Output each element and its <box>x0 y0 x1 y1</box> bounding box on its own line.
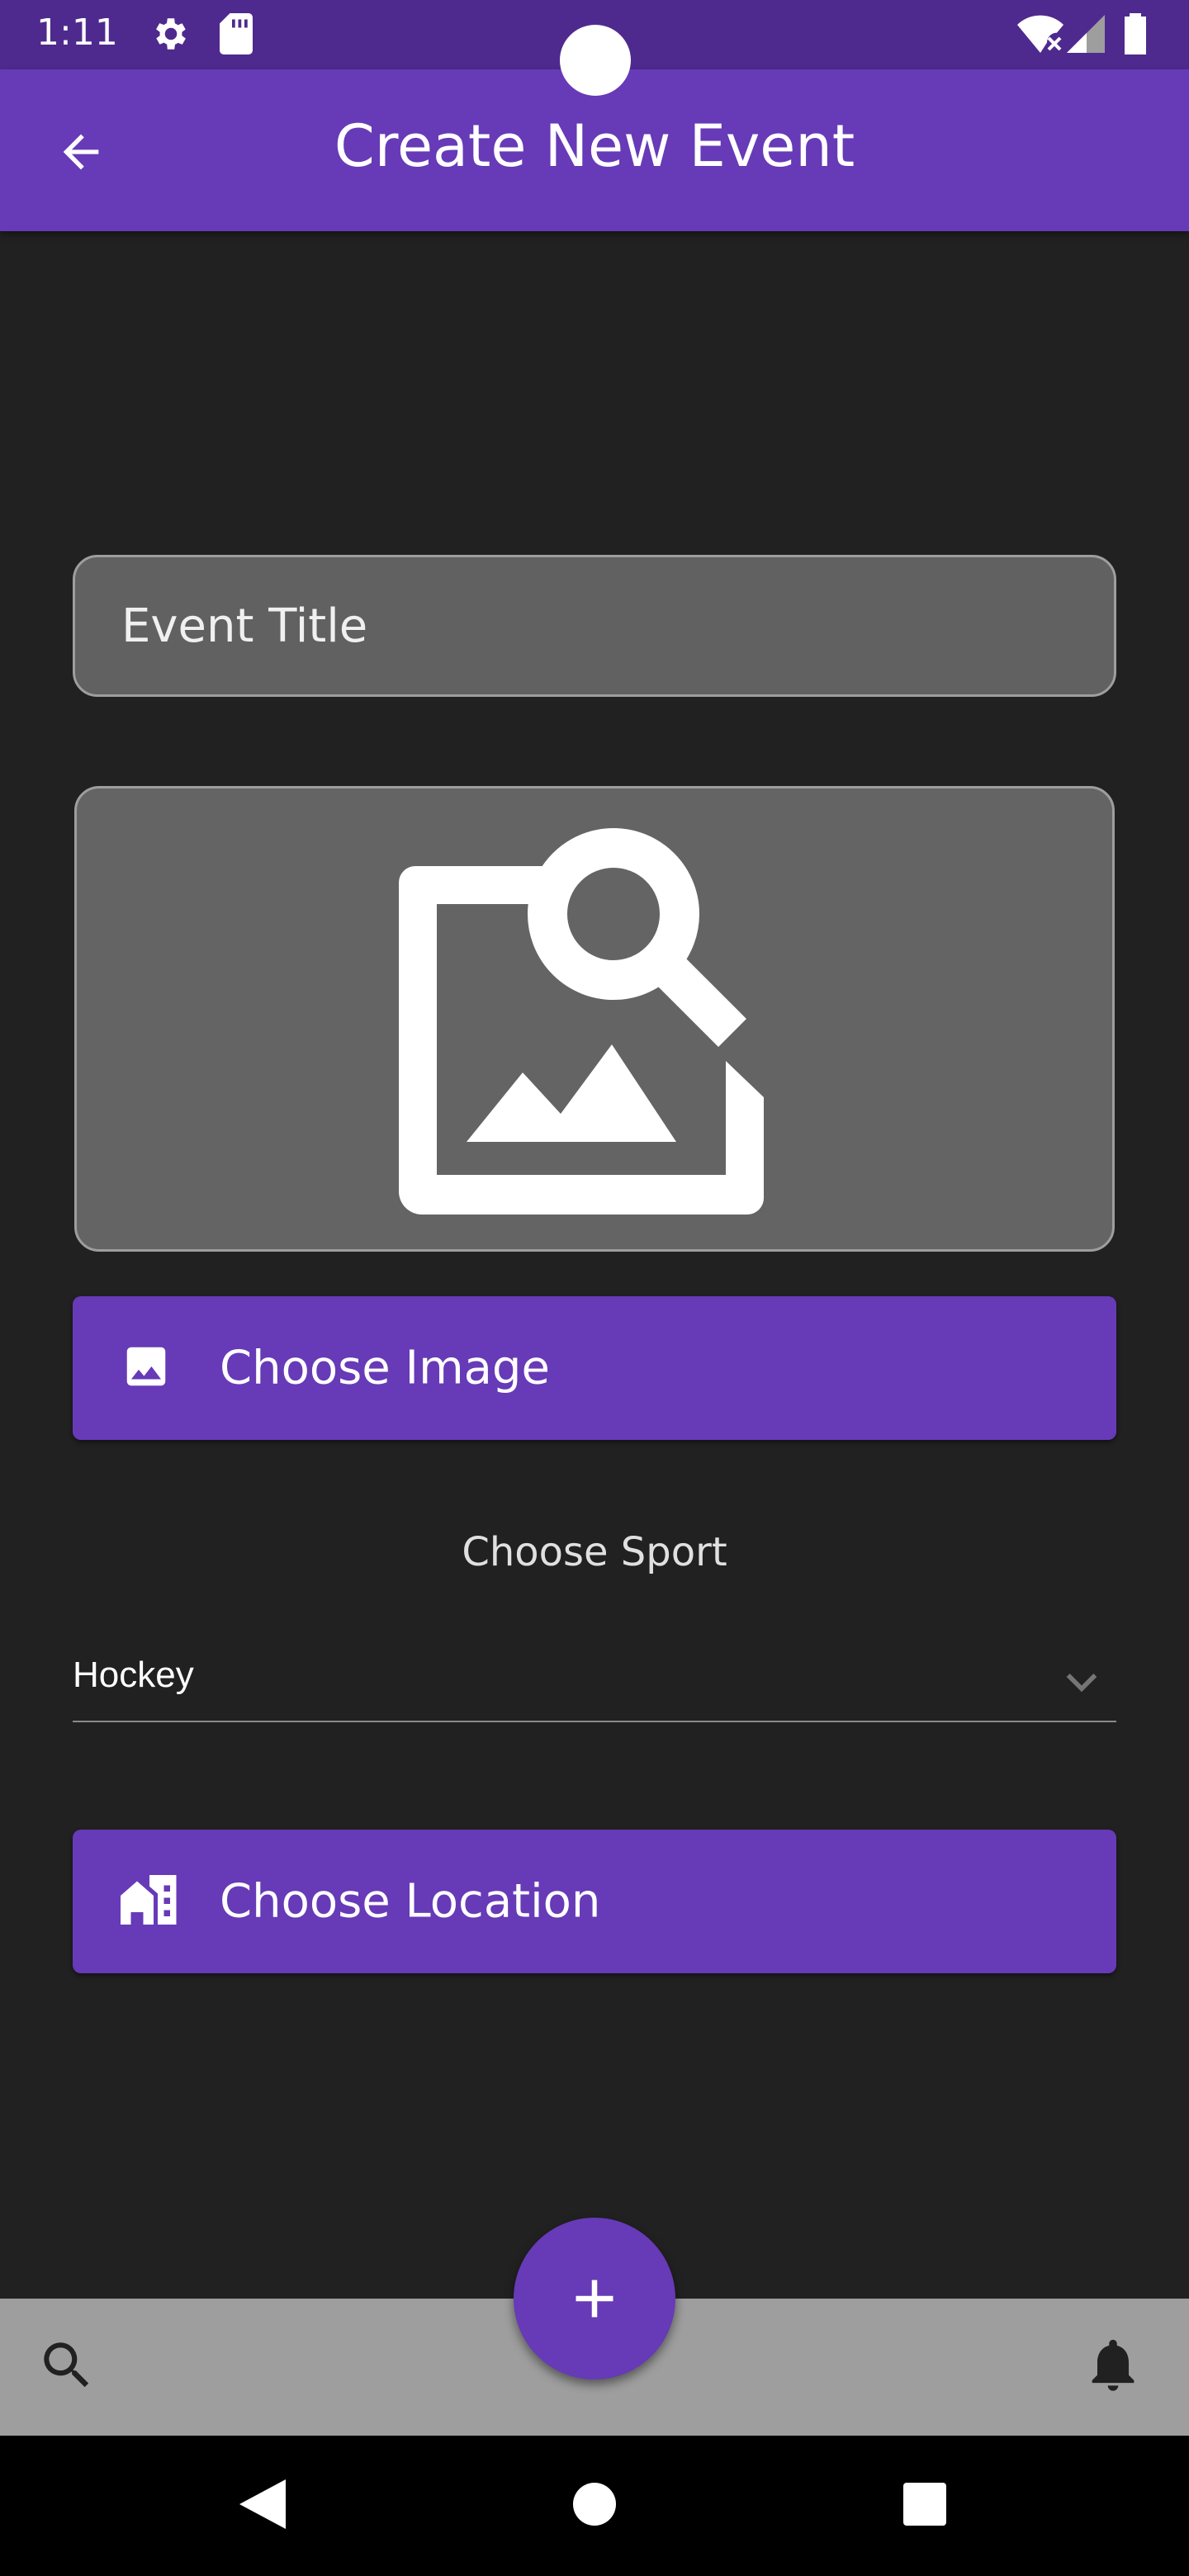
signal-icon <box>1067 15 1105 56</box>
wifi-off-icon <box>1017 15 1063 56</box>
image-preview[interactable] <box>74 786 1115 1252</box>
home-circle-icon <box>573 2483 616 2526</box>
bell-icon <box>1092 2339 1135 2391</box>
event-title-input[interactable] <box>75 557 1114 694</box>
image-search-icon <box>399 828 764 1215</box>
search-button[interactable] <box>36 2335 97 2399</box>
recents-square-icon <box>903 2483 946 2526</box>
choose-image-button[interactable]: Choose Image <box>73 1296 1116 1440</box>
nav-recents-button[interactable] <box>903 2483 946 2529</box>
plus-icon <box>576 2280 613 2318</box>
battery-icon <box>1123 13 1148 58</box>
system-navigation-bar <box>0 2436 1189 2576</box>
nav-back-button[interactable] <box>239 2479 286 2532</box>
sport-dropdown[interactable]: Hockey <box>73 1635 1116 1722</box>
choose-sport-label: Choose Sport <box>462 1529 727 1575</box>
notifications-button[interactable] <box>1082 2333 1144 2399</box>
search-icon <box>44 2342 89 2388</box>
image-icon <box>121 1341 172 1395</box>
settings-icon <box>150 13 192 58</box>
back-triangle-icon <box>239 2479 286 2529</box>
sport-selected-value: Hockey <box>73 1655 194 1695</box>
nav-home-button[interactable] <box>573 2483 616 2529</box>
choose-image-label: Choose Image <box>220 1341 550 1395</box>
choose-location-label: Choose Location <box>220 1874 601 1929</box>
sd-card-icon <box>220 13 253 58</box>
camera-cutout <box>560 25 631 96</box>
choose-location-button[interactable]: Choose Location <box>73 1830 1116 1973</box>
chevron-down-icon <box>1059 1658 1105 1707</box>
status-time: 1:11 <box>36 12 118 54</box>
event-title-field-container <box>73 555 1116 697</box>
add-event-fab[interactable] <box>514 2218 675 2379</box>
location-city-icon <box>121 1874 178 1929</box>
page-title: Create New Event <box>334 112 855 180</box>
